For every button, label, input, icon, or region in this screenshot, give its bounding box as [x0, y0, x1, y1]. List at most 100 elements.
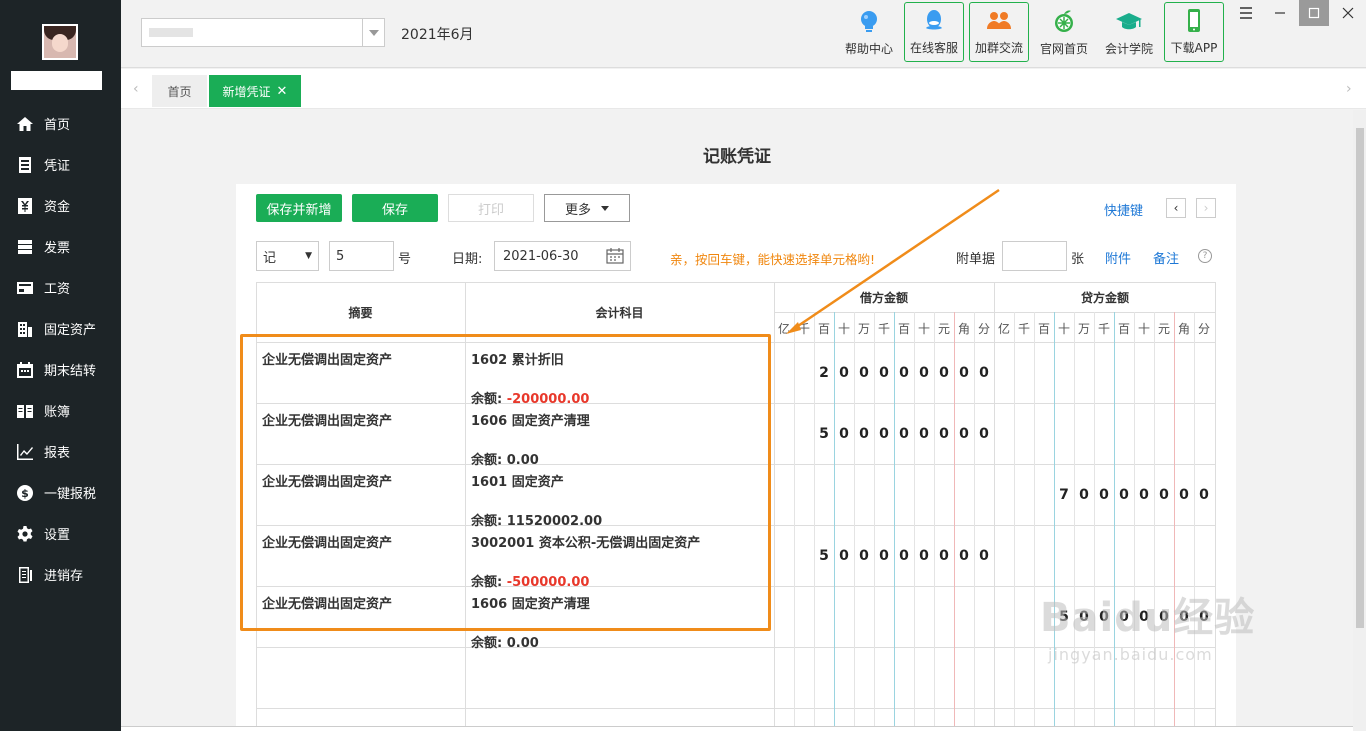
voucher-word-select[interactable]: 记 ▼: [256, 241, 319, 271]
voucher-number-input[interactable]: 5: [329, 241, 394, 271]
home-icon: [16, 115, 34, 133]
prev-voucher-button[interactable]: ‹: [1166, 198, 1186, 218]
sidebar-item-period-close[interactable]: 期末结转: [0, 349, 121, 390]
tab-prev-icon[interactable]: ‹: [133, 81, 139, 97]
table-row[interactable]: [256, 403, 1216, 464]
close-icon[interactable]: [1337, 4, 1359, 22]
scrollbar-thumb[interactable]: [1356, 128, 1364, 628]
account-cell[interactable]: 1606 固定资产清理: [471, 593, 590, 612]
tab-new-voucher[interactable]: 新增凭证 ✕: [209, 75, 301, 107]
attachments-unit-label: 张: [1071, 252, 1085, 267]
sidebar-item-reports[interactable]: 报表: [0, 431, 121, 472]
sidebar-item-fixed-assets[interactable]: 固定资产: [0, 308, 121, 349]
gear-icon: [16, 525, 34, 543]
next-voucher-button[interactable]: ›: [1196, 198, 1216, 218]
debit-digit: 0: [899, 548, 909, 564]
summary-cell[interactable]: 企业无偿调出固定资产: [262, 471, 392, 490]
credit-digit: 0: [1159, 487, 1169, 503]
debit-digit: 0: [859, 426, 869, 442]
account-cell[interactable]: 1606 固定资产清理: [471, 410, 590, 429]
save-button[interactable]: 保存: [352, 194, 438, 222]
sidebar-item-label: 期末结转: [44, 364, 97, 379]
bottom-strip: [121, 726, 1353, 731]
online-support-button[interactable]: 在线客服: [904, 2, 964, 62]
date-input[interactable]: 2021-06-30: [494, 241, 631, 271]
shortcut-keys-link[interactable]: 快捷键: [1104, 200, 1143, 219]
unit-header: 千: [1097, 322, 1110, 336]
calendar-icon[interactable]: [606, 248, 624, 268]
tab-close-icon[interactable]: ✕: [277, 84, 288, 99]
print-button[interactable]: 打印: [448, 194, 534, 222]
debit-digit: 0: [939, 548, 949, 564]
official-site-button[interactable]: 官网首页: [1034, 2, 1094, 62]
grid-line: [774, 312, 1216, 313]
summary-cell[interactable]: 企业无偿调出固定资产: [262, 410, 392, 429]
note-link[interactable]: 备注: [1153, 248, 1179, 267]
date-value: 2021-06-30: [503, 248, 579, 264]
dollar-icon: $: [16, 484, 34, 502]
grid-line: [256, 282, 1216, 283]
sidebar-item-home[interactable]: 首页: [0, 103, 121, 144]
debit-digit: 0: [899, 365, 909, 381]
debit-digit: 5: [819, 426, 829, 442]
attachments-count-input[interactable]: [1002, 241, 1067, 271]
credit-digit: 0: [1179, 609, 1189, 625]
account-cell[interactable]: 1601 固定资产: [471, 471, 564, 490]
credit-digit: 0: [1159, 609, 1169, 625]
balance-label: 余额:: [471, 636, 503, 651]
tool-label: 官网首页: [1039, 42, 1088, 56]
tab-next-icon[interactable]: ›: [1346, 81, 1352, 97]
download-app-button[interactable]: 下载APP: [1164, 2, 1224, 62]
sidebar-item-ledger[interactable]: 账簿: [0, 390, 121, 431]
avatar[interactable]: [42, 24, 78, 60]
sidebar-item-salary[interactable]: 工资: [0, 267, 121, 308]
accounting-academy-button[interactable]: 会计学院: [1099, 2, 1159, 62]
summary-cell[interactable]: 企业无偿调出固定资产: [262, 349, 392, 368]
menu-icon[interactable]: [1235, 4, 1257, 22]
tool-label: 下载APP: [1170, 41, 1218, 55]
balance-text: 余额: 0.00: [471, 632, 539, 651]
attachment-link[interactable]: 附件: [1105, 248, 1131, 267]
date-label: 日期:: [452, 252, 483, 267]
unit-header: 亿: [997, 322, 1010, 336]
minimize-icon[interactable]: [1269, 4, 1291, 22]
company-name-placeholder: [149, 28, 193, 37]
help-icon[interactable]: ?: [1198, 249, 1212, 263]
summary-cell[interactable]: 企业无偿调出固定资产: [262, 532, 392, 551]
table-row[interactable]: [256, 342, 1216, 403]
sidebar-item-inventory[interactable]: 进销存: [0, 554, 121, 595]
number-suffix-label: 号: [398, 252, 412, 267]
debit-digit: 0: [979, 426, 989, 442]
debit-digit: 2: [819, 365, 829, 381]
tab-home[interactable]: 首页: [152, 75, 207, 107]
maximize-icon[interactable]: [1299, 0, 1329, 26]
credit-digit: 0: [1099, 609, 1109, 625]
debit-digit: 0: [899, 426, 909, 442]
voucher-number-value: 5: [336, 248, 345, 264]
more-dropdown[interactable]: 更多: [544, 194, 630, 222]
save-and-new-button[interactable]: 保存并新增: [256, 194, 342, 222]
phone-icon: [1180, 7, 1208, 35]
voucher-entry-table: 摘要 会计科目 借方金额 贷方金额亿亿千千百百十十万万千千百百十十元元角角分分企业无偿…: [256, 282, 1216, 731]
username-placeholder: [11, 71, 102, 90]
summary-cell[interactable]: 企业无偿调出固定资产: [262, 593, 392, 612]
account-cell[interactable]: 3002001 资本公积-无偿调出固定资产: [471, 532, 700, 551]
sidebar-item-funds[interactable]: 资金: [0, 185, 121, 226]
sidebar-item-voucher[interactable]: 凭证: [0, 144, 121, 185]
chevron-down-icon[interactable]: [362, 19, 384, 46]
unit-header: 元: [937, 322, 950, 336]
sidebar-item-settings[interactable]: 设置: [0, 513, 121, 554]
sidebar-item-tax[interactable]: $ 一键报税: [0, 472, 121, 513]
caret-down-icon: ▼: [305, 251, 312, 261]
table-row[interactable]: [256, 525, 1216, 586]
sidebar-item-invoice[interactable]: 发票: [0, 226, 121, 267]
join-group-button[interactable]: 加群交流: [969, 2, 1029, 62]
debit-digit: 0: [839, 365, 849, 381]
vertical-scrollbar[interactable]: [1353, 110, 1366, 731]
company-select[interactable]: [141, 18, 385, 47]
account-cell[interactable]: 1602 累计折旧: [471, 349, 564, 368]
group-icon: [985, 7, 1013, 35]
sidebar-item-label: 首页: [44, 118, 71, 133]
help-center-button[interactable]: 帮助中心: [839, 2, 899, 62]
building-icon: [16, 320, 34, 338]
